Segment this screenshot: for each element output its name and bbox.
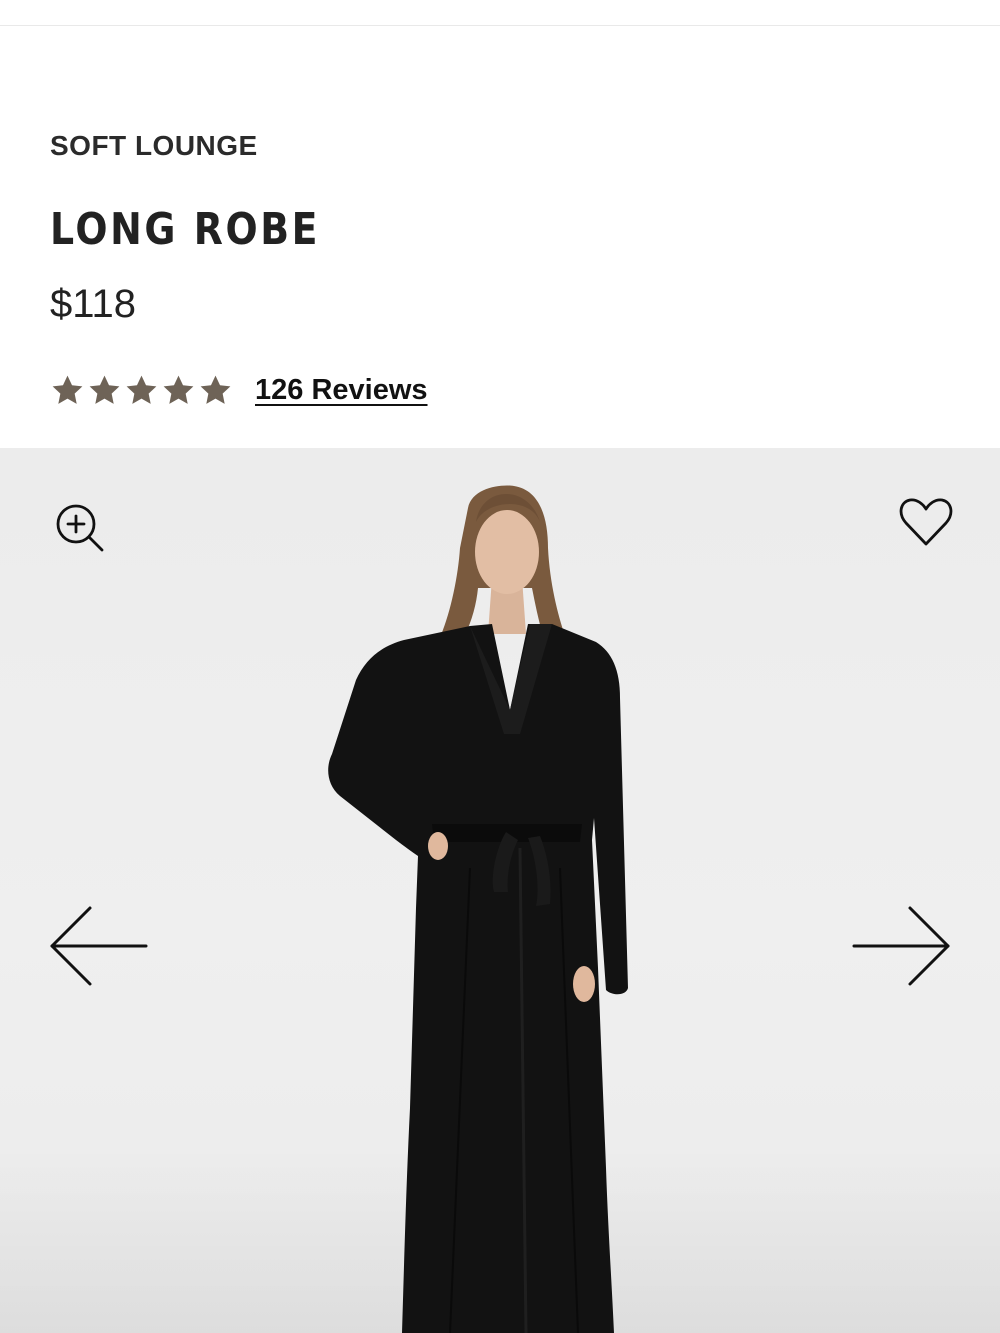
- product-header: SOFT LOUNGE LONG ROBE $118 126 Reviews: [0, 26, 1000, 448]
- product-price: $118: [50, 282, 137, 326]
- arrow-left-icon[interactable]: [48, 904, 150, 988]
- top-bar: [0, 0, 1000, 26]
- reviews-link[interactable]: 126 Reviews: [255, 374, 428, 407]
- heart-icon[interactable]: [898, 496, 954, 548]
- product-image-gallery[interactable]: [0, 448, 1000, 1333]
- star-icon: [200, 375, 231, 404]
- collection-name: SOFT LOUNGE: [50, 130, 258, 161]
- arrow-right-icon[interactable]: [850, 904, 952, 988]
- rating-stars: [50, 373, 233, 408]
- star-icon: [163, 375, 194, 404]
- product-page: SOFT LOUNGE LONG ROBE $118 126 Reviews: [0, 0, 1000, 1333]
- zoom-in-icon[interactable]: [52, 500, 108, 556]
- star-icon: [89, 375, 120, 404]
- product-image: [0, 485, 1000, 1333]
- product-title: LONG ROBE: [50, 204, 321, 255]
- star-icon: [52, 375, 83, 404]
- product-rating: 126 Reviews: [50, 366, 428, 414]
- star-icon: [126, 375, 157, 404]
